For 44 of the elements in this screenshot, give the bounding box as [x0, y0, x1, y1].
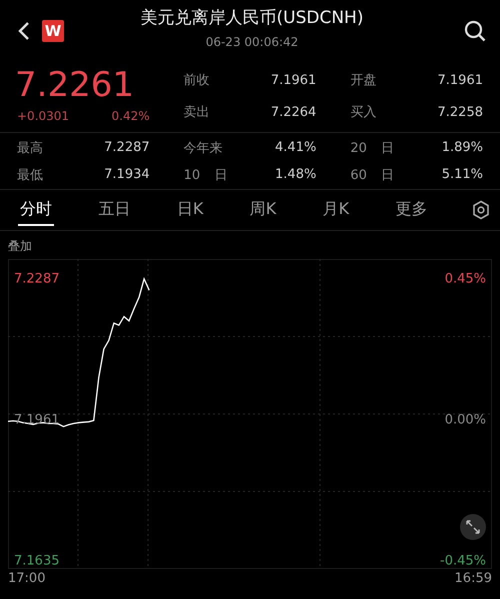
stat-label: 最高: [17, 140, 43, 156]
chart-tab[interactable]: 分时: [18, 194, 54, 226]
stat-label: 10 日: [184, 166, 228, 184]
overlay-label[interactable]: 叠加: [0, 231, 500, 259]
field-value: 7.1961: [270, 72, 316, 88]
x-axis-label: 17:00: [8, 571, 46, 586]
chart-tab[interactable]: 月K: [320, 194, 352, 226]
x-axis-label: 16:59: [454, 571, 492, 586]
timestamp: 06-23 00:06:42: [206, 35, 298, 49]
stat-label: 最低: [17, 166, 43, 184]
stat-value: 7.2287: [104, 140, 150, 155]
y-axis-label: 7.2287: [14, 271, 60, 286]
percent-label: -0.45%: [440, 554, 486, 569]
settings-icon[interactable]: [472, 200, 490, 220]
y-axis-label: 7.1635: [14, 554, 60, 569]
expand-button[interactable]: [460, 514, 486, 540]
search-icon[interactable]: [464, 20, 486, 42]
back-icon[interactable]: [18, 21, 30, 41]
chart-tab[interactable]: 五日: [96, 194, 132, 226]
stat-label: 今年来: [184, 140, 223, 156]
field-label: 前收: [184, 72, 210, 89]
chart-tab[interactable]: 更多: [394, 194, 430, 226]
field-label: 买入: [350, 104, 376, 121]
stat-value: 5.11%: [442, 167, 483, 182]
stat-value: 4.41%: [275, 140, 316, 155]
field-value: 7.2258: [438, 104, 483, 120]
price-change: +0.0301: [17, 109, 70, 123]
percent-label: 0.45%: [444, 271, 486, 286]
chart-tab[interactable]: 周K: [248, 194, 278, 226]
stat-value: 1.48%: [275, 167, 316, 182]
page-title: 美元兑离岸人民币(USDCNH): [140, 7, 364, 29]
field-value: 7.2264: [270, 104, 316, 120]
stat-value: 7.1934: [104, 167, 150, 182]
field-label: 开盘: [350, 72, 376, 89]
chart-tab[interactable]: 日K: [174, 194, 206, 226]
field-value: 7.1961: [438, 72, 483, 88]
stat-label: 60 日: [350, 166, 394, 184]
stat-value: 1.89%: [442, 140, 483, 155]
app-logo: W: [42, 20, 64, 42]
current-price: 7.2261: [15, 66, 135, 104]
change-percent: 0.42%: [112, 109, 150, 123]
stat-label: 20 日: [350, 140, 394, 156]
field-label: 卖出: [184, 104, 210, 121]
percent-label: 0.00%: [444, 412, 486, 428]
